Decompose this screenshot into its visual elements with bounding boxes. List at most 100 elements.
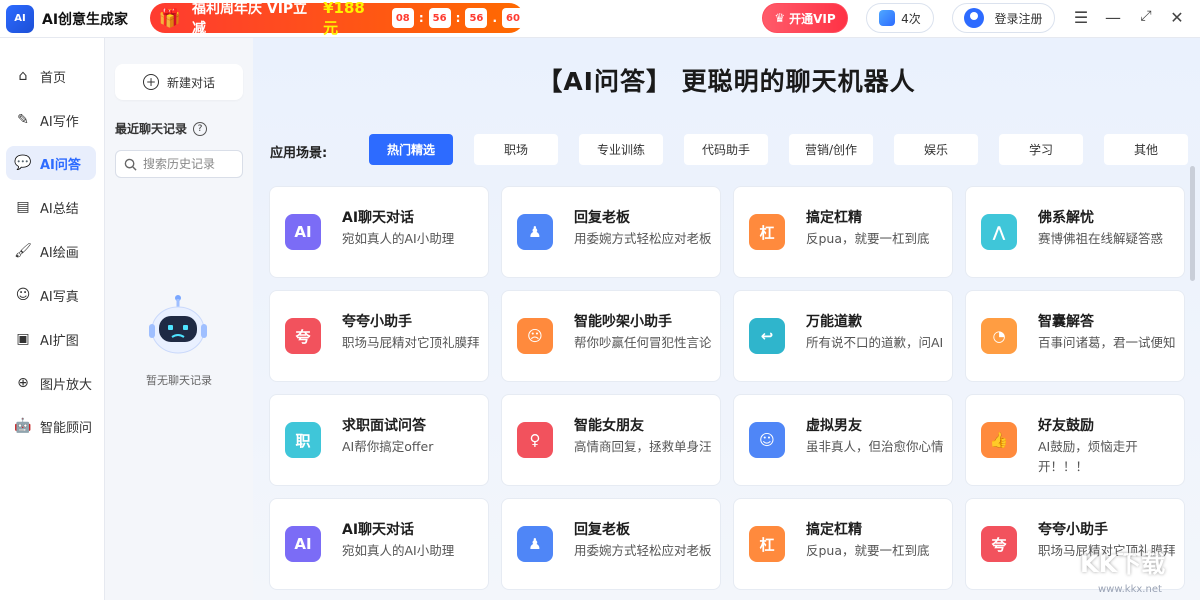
buddha-icon: ⋀ <box>981 214 1017 250</box>
card-description: 百事问诸葛，君一试便知 <box>1038 333 1176 353</box>
sidebar-item-label: 图片放大 <box>40 374 92 393</box>
apology-icon: ↩ <box>749 318 785 354</box>
card-description: 虽非真人，但治愈你心情 <box>806 437 944 457</box>
scenario-card[interactable]: ☹智能吵架小助手帮你吵赢任何冒犯性言论 <box>501 290 721 382</box>
scrollbar[interactable] <box>1190 166 1195 281</box>
tab-other[interactable]: 其他 <box>1104 134 1188 165</box>
scenario-card[interactable]: AIAI聊天对话宛如真人的AI小助理 <box>269 186 489 278</box>
sidebar-item-image-upscale[interactable]: ⊕图片放大 <box>6 366 96 400</box>
card-title: 智能吵架小助手 <box>574 311 672 331</box>
card-title: AI聊天对话 <box>342 519 414 539</box>
card-title: 智能女朋友 <box>574 415 644 435</box>
portrait-icon: ☺ <box>14 286 32 304</box>
countdown-minutes: 56 <box>429 8 451 28</box>
card-title: 好友鼓励 <box>1038 415 1094 435</box>
scenario-card[interactable]: 杠搞定杠精反pua，就要一杠到底 <box>733 498 953 590</box>
boyfriend-icon: ☺ <box>749 422 785 458</box>
card-title: 回复老板 <box>574 207 630 227</box>
minimize-icon[interactable]: — <box>1104 8 1122 27</box>
search-input[interactable] <box>143 157 235 171</box>
card-title: 回复老板 <box>574 519 630 539</box>
credits-button[interactable]: 4次 <box>866 3 934 33</box>
sidebar-item-label: AI问答 <box>40 154 81 173</box>
card-title: 求职面试问答 <box>342 415 426 435</box>
sidebar-item-ai-expand[interactable]: ▣ AI扩图 <box>6 322 96 356</box>
sidebar-item-ai-summary[interactable]: ▤AI总结 <box>6 190 96 224</box>
scenario-card[interactable]: 夸夸夸小助手职场马屁精对它顶礼膜拜 <box>269 290 489 382</box>
menu-icon[interactable]: ☰ <box>1072 8 1090 27</box>
scenario-card[interactable]: ☺虚拟男友虽非真人，但治愈你心情 <box>733 394 953 486</box>
card-description: 宛如真人的AI小助理 <box>342 541 480 561</box>
card-description: 帮你吵赢任何冒犯性言论 <box>574 333 712 353</box>
sidebar: ⌂首页 ✎AI写作 💬AI问答 ▤AI总结 🖌AI绘画 ☺AI写真 ▣AI扩图 … <box>0 38 105 600</box>
login-button[interactable]: 登录注册 <box>952 3 1055 33</box>
scenario-card[interactable]: ◔智囊解答百事问诸葛，君一试便知 <box>965 290 1185 382</box>
sidebar-item-label: AI绘画 <box>40 242 79 261</box>
countdown: 08: 56: 56. 60 <box>392 8 524 28</box>
help-icon[interactable]: ? <box>193 122 207 136</box>
avatar-icon <box>964 8 984 28</box>
sidebar-item-ai-portrait[interactable]: ☺AI写真 <box>6 278 96 312</box>
card-title: AI聊天对话 <box>342 207 414 227</box>
card-description: 反pua，就要一杠到底 <box>806 541 944 561</box>
page-title: 【AI问答】 更聪明的聊天机器人 <box>253 62 1200 98</box>
boss-icon: ♟ <box>517 526 553 562</box>
card-title: 万能道歉 <box>806 311 862 331</box>
gift-icon: 🎁 <box>150 3 190 33</box>
card-description: 用委婉方式轻松应对老板 <box>574 229 712 249</box>
vip-icon: ♛ <box>774 11 785 25</box>
open-vip-button[interactable]: ♛ 开通VIP <box>762 3 848 33</box>
scenario-card[interactable]: ♟ 回复老板用委婉方式轻松应对老板 <box>501 186 721 278</box>
scenario-card[interactable]: ♀ 智能女朋友高情商回复，拯救单身汪 <box>501 394 721 486</box>
card-title: 夸夸小助手 <box>1038 519 1108 539</box>
praise-icon: 夸 <box>285 318 321 354</box>
new-chat-button[interactable]: + 新建对话 <box>115 64 243 100</box>
scenario-card[interactable]: 👍 好友鼓励AI鼓励，烦恼走开开！！！ <box>965 394 1185 486</box>
sidebar-item-home[interactable]: ⌂首页 <box>6 59 96 93</box>
card-description: 高情商回复，拯救单身汪 <box>574 437 712 457</box>
scenario-card[interactable]: ⋀佛系解忧赛博佛祖在线解疑答惑 <box>965 186 1185 278</box>
search-icon <box>124 158 137 171</box>
sidebar-item-smart-advisor[interactable]: 🤖智能顾问 <box>6 409 96 443</box>
tab-hot-picks[interactable]: 热门精选 <box>369 134 453 165</box>
tab-marketing-creation[interactable]: 营销/创作 <box>789 134 873 165</box>
credits-count: 4次 <box>901 10 921 27</box>
scenario-card[interactable]: 职 求职面试问答AI帮你搞定offer <box>269 394 489 486</box>
maximize-icon[interactable]: ⤢ <box>1137 8 1155 24</box>
scenario-card[interactable]: ♟回复老板用委婉方式轻松应对老板 <box>501 498 721 590</box>
praise-icon: 夸 <box>981 526 1017 562</box>
scenario-card[interactable]: 杠搞定杠精反pua，就要一杠到底 <box>733 186 953 278</box>
scenario-card[interactable]: AIAI聊天对话宛如真人的AI小助理 <box>269 498 489 590</box>
card-description: 反pua，就要一杠到底 <box>806 229 944 249</box>
plus-icon: + <box>143 74 159 90</box>
history-panel: + 新建对话 最近聊天记录 ? 暂无聊天记录 <box>105 38 253 600</box>
tab-code-assistant[interactable]: 代码助手 <box>684 134 768 165</box>
girlfriend-icon: ♀ <box>517 422 553 458</box>
card-title: 佛系解忧 <box>1038 207 1094 227</box>
card-title: 搞定杠精 <box>806 207 862 227</box>
thumbs-up-icon: 👍 <box>981 422 1017 458</box>
promo-banner[interactable]: 🎁 福利周年庆 VIP立减 ¥188元 08: 56: 56. 60 <box>150 3 524 33</box>
sidebar-item-ai-painting[interactable]: 🖌AI绘画 <box>6 234 96 268</box>
close-icon[interactable]: ✕ <box>1168 8 1186 27</box>
tab-workplace[interactable]: 职场 <box>474 134 558 165</box>
sidebar-item-label: AI扩图 <box>40 330 79 349</box>
card-description: 所有说不口的道歉，问AI <box>806 333 944 353</box>
card-description: AI鼓励，烦恼走开开！！！ <box>1038 437 1176 477</box>
sidebar-item-ai-writing[interactable]: ✎AI写作 <box>6 103 96 137</box>
bag-icon: ◔ <box>981 318 1017 354</box>
history-search[interactable] <box>115 150 243 178</box>
tab-professional-training[interactable]: 专业训练 <box>579 134 663 165</box>
card-description: AI帮你搞定offer <box>342 437 480 457</box>
sidebar-item-ai-qa[interactable]: 💬AI问答 <box>6 146 96 180</box>
tab-entertainment[interactable]: 娱乐 <box>894 134 978 165</box>
image-expand-icon: ▣ <box>14 330 32 348</box>
open-vip-label: 开通VIP <box>789 10 836 27</box>
tab-learning[interactable]: 学习 <box>999 134 1083 165</box>
cube-icon <box>879 10 895 26</box>
watermark-url: www.kkx.net <box>1098 584 1162 595</box>
scenario-card[interactable]: ↩ 万能道歉所有说不口的道歉，问AI <box>733 290 953 382</box>
boss-icon: ♟ <box>517 214 553 250</box>
bar-icon: 杠 <box>749 526 785 562</box>
job-icon: 职 <box>285 422 321 458</box>
